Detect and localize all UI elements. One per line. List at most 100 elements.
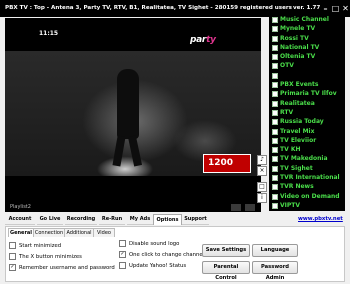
channel-item[interactable]: Oltenia TV: [269, 52, 345, 61]
channel-checkbox[interactable]: [272, 54, 278, 61]
parental-control-button[interactable]: Parental Control: [202, 261, 250, 281]
channel-label: TVR News: [280, 183, 314, 191]
tab-recording[interactable]: Recording: [65, 214, 97, 225]
channel-label: OTV: [280, 62, 294, 70]
disable-sound-checkbox[interactable]: [119, 240, 126, 247]
video-clock: 11:15: [39, 30, 59, 37]
channel-label: Music Channel: [280, 16, 329, 23]
channel-checkbox[interactable]: [272, 82, 278, 89]
channel-item[interactable]: TV Eleviior: [269, 136, 345, 145]
one-click-checkbox[interactable]: ✓: [119, 251, 126, 258]
minimize-icon[interactable]: –: [321, 4, 330, 13]
channel-item[interactable]: PBX Events: [269, 80, 345, 89]
channel-checkbox[interactable]: [272, 137, 278, 144]
channel-item[interactable]: Realitatea: [269, 99, 345, 108]
tab-go-live[interactable]: Go Live: [37, 214, 63, 225]
save-settings-button[interactable]: Save Settings: [202, 244, 250, 257]
channel-checkbox[interactable]: [272, 109, 278, 116]
channel-checkbox[interactable]: [272, 165, 278, 172]
channel-item[interactable]: RTV: [269, 108, 345, 117]
tab-re-run[interactable]: Re-Run: [99, 214, 125, 225]
channel-item[interactable]: Rossi TV: [269, 34, 345, 43]
channel-checkbox[interactable]: [272, 128, 278, 135]
mute-icon[interactable]: ×: [257, 166, 267, 176]
subtab-video[interactable]: Video: [93, 228, 115, 237]
app-window: PBX TV : Top - Antena 3, Party TV, RTV, …: [0, 0, 350, 284]
channel-label: VIPTV: [280, 201, 301, 209]
channel-checkbox[interactable]: [272, 100, 278, 107]
update-yahoo-label: Update Yahoo! Status: [129, 263, 187, 269]
channel-checkbox[interactable]: [272, 202, 278, 209]
tab-my-ads[interactable]: My Ads: [127, 214, 153, 225]
fullscreen-icon[interactable]: □: [257, 182, 267, 192]
channel-checkbox[interactable]: [272, 17, 278, 23]
channel-checkbox[interactable]: [272, 72, 278, 79]
start-minimized-checkbox[interactable]: [9, 242, 16, 249]
subtab-general[interactable]: General: [8, 228, 34, 237]
channel-list[interactable]: Music Channel Mynele TV Rossi TV National T…: [269, 15, 345, 211]
channel-checkbox[interactable]: [272, 119, 278, 126]
channel-label: TVR International: [280, 174, 340, 182]
channel-item[interactable]: [269, 71, 345, 80]
channel-logo-part2: ty: [206, 35, 216, 45]
channel-item[interactable]: TV Sighet: [269, 164, 345, 173]
channel-item[interactable]: Video on Demand: [269, 192, 345, 201]
channel-item[interactable]: Travel Mix: [269, 127, 345, 136]
channel-item[interactable]: TVR International: [269, 173, 345, 182]
channel-checkbox[interactable]: [272, 175, 278, 182]
start-minimized-label: Start minimized: [19, 243, 62, 249]
channel-checkbox[interactable]: [272, 63, 278, 70]
info-icon[interactable]: i: [257, 193, 267, 203]
tab-support[interactable]: Support: [182, 214, 209, 225]
one-click-option[interactable]: ✓ One click to change channel: [119, 251, 204, 259]
tab-account[interactable]: Account: [5, 214, 35, 225]
channel-item[interactable]: VTV: [269, 210, 345, 211]
channel-checkbox[interactable]: [272, 147, 278, 154]
channel-checkbox[interactable]: [272, 26, 278, 33]
channel-checkbox[interactable]: [272, 156, 278, 163]
website-link[interactable]: www.pbxtv.net: [298, 216, 343, 222]
playlist-prev-button[interactable]: [231, 204, 241, 211]
subtab-connection[interactable]: Connection: [33, 228, 65, 237]
channel-checkbox[interactable]: [272, 35, 278, 42]
update-yahoo-checkbox[interactable]: [119, 262, 126, 269]
start-minimized-option[interactable]: Start minimized: [9, 242, 61, 250]
channel-item[interactable]: TV KH: [269, 145, 345, 154]
channel-item[interactable]: TV Makedonia: [269, 154, 345, 163]
x-minimizes-checkbox[interactable]: [9, 253, 16, 260]
remember-option[interactable]: ✓ Remember username and password: [9, 264, 115, 272]
channel-label: TV KH: [280, 146, 301, 154]
channel-checkbox[interactable]: [272, 193, 278, 200]
remember-checkbox[interactable]: ✓: [9, 264, 16, 271]
password-admin-button[interactable]: Password Admin: [252, 261, 298, 281]
update-yahoo-option[interactable]: Update Yahoo! Status: [119, 262, 186, 270]
video-player[interactable]: 11:15 party 1200: [5, 18, 261, 203]
subtab-additional[interactable]: Additional: [64, 228, 94, 237]
tab-options[interactable]: Options: [153, 214, 182, 225]
volume-icon[interactable]: ♪: [257, 155, 267, 165]
x-minimizes-label: The X button minimizes: [19, 254, 82, 260]
channel-checkbox[interactable]: [272, 91, 278, 98]
close-icon[interactable]: ✕: [341, 4, 350, 13]
x-minimizes-option[interactable]: The X button minimizes: [9, 253, 82, 261]
channel-label: Russia Today: [280, 118, 324, 126]
channel-checkbox[interactable]: [272, 184, 278, 191]
channel-item[interactable]: Primaria TV Ilfov: [269, 89, 345, 98]
channel-item[interactable]: Mynele TV: [269, 24, 345, 33]
channel-label: TV Eleviior: [280, 136, 317, 144]
channel-item[interactable]: National TV: [269, 43, 345, 52]
channel-item[interactable]: Russia Today: [269, 117, 345, 126]
playlist-next-button[interactable]: [245, 204, 255, 211]
channel-label: Oltenia TV: [280, 53, 316, 61]
channel-item[interactable]: VIPTV: [269, 201, 345, 210]
channel-label: PBX Events: [280, 81, 319, 89]
language-button[interactable]: Language: [252, 244, 298, 257]
performer-leg-left: [112, 135, 126, 167]
channel-item[interactable]: TVR News: [269, 182, 345, 191]
channel-label: Mynele TV: [280, 25, 316, 33]
disable-sound-option[interactable]: Disable sound logo: [119, 240, 179, 248]
channel-item[interactable]: OTV: [269, 61, 345, 70]
channel-item[interactable]: Music Channel: [269, 15, 345, 24]
channel-checkbox[interactable]: [272, 44, 278, 51]
maximize-icon[interactable]: □: [331, 4, 340, 13]
